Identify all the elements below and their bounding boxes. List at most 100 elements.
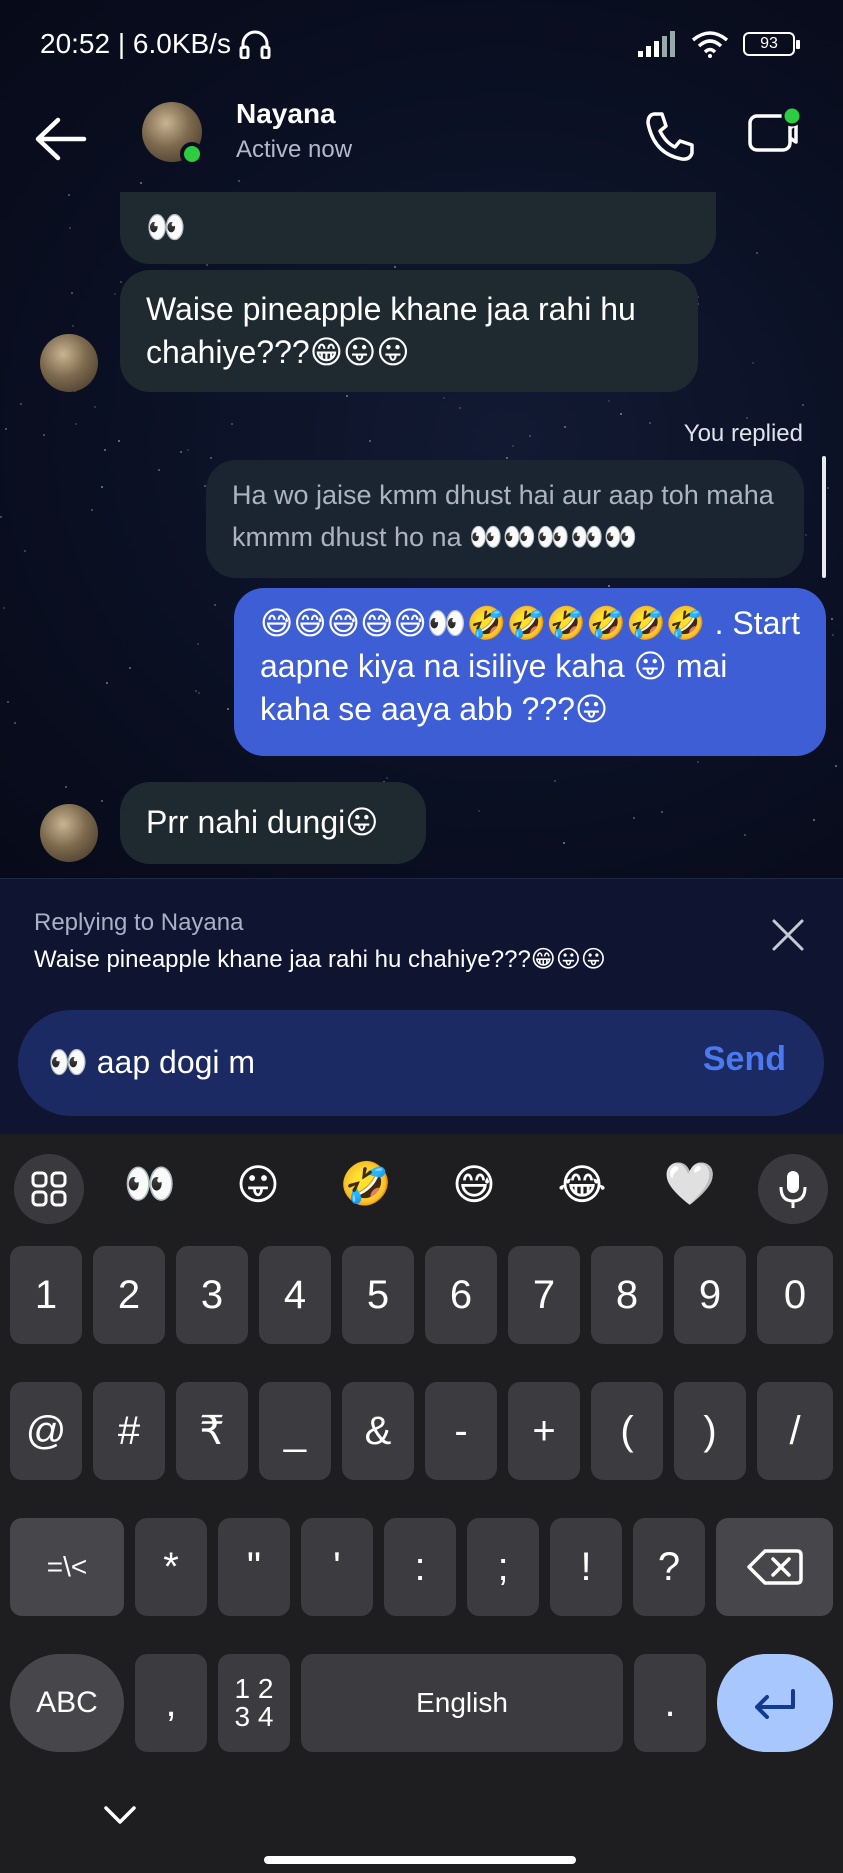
star-dot xyxy=(620,413,622,415)
key-double-quote[interactable]: " xyxy=(218,1518,290,1616)
key-open-paren[interactable]: ( xyxy=(591,1382,663,1480)
key-underscore[interactable]: _ xyxy=(259,1382,331,1480)
emoji-suggestion[interactable]: 🤣 xyxy=(336,1160,396,1209)
star-dot xyxy=(20,403,22,405)
star-dot xyxy=(649,422,651,424)
star-dot xyxy=(187,449,189,451)
message-composer: Send xyxy=(18,1010,824,1116)
key-comma[interactable]: , xyxy=(135,1654,207,1752)
key-enter[interactable] xyxy=(717,1654,833,1752)
you-replied-label: You replied xyxy=(683,420,803,447)
key-3[interactable]: 3 xyxy=(176,1246,248,1344)
star-dot xyxy=(756,252,758,254)
back-arrow-icon[interactable] xyxy=(30,114,90,164)
key-7[interactable]: 7 xyxy=(508,1246,580,1344)
key-5[interactable]: 5 xyxy=(342,1246,414,1344)
star-dot xyxy=(120,281,122,283)
on-screen-keyboard: 👀 😛 🤣 😅 😂 🤍 1 2 3 4 5 6 7 8 9 0 @ # ₹ _ … xyxy=(0,1134,843,1873)
key-8[interactable]: 8 xyxy=(591,1246,663,1344)
emoji-suggestion[interactable]: 😅 xyxy=(444,1160,504,1209)
key-slash[interactable]: / xyxy=(757,1382,833,1480)
key-9[interactable]: 9 xyxy=(674,1246,746,1344)
star-dot xyxy=(198,692,200,694)
star-dot xyxy=(91,509,93,511)
key-numpad[interactable]: 1 2 3 4 xyxy=(218,1654,290,1752)
contact-status: Active now xyxy=(236,136,353,163)
apps-grid-button[interactable] xyxy=(14,1154,84,1224)
send-button[interactable]: Send xyxy=(703,1040,786,1079)
gesture-navigation-handle[interactable] xyxy=(264,1856,576,1864)
headphones-icon xyxy=(239,30,271,59)
star-dot xyxy=(24,550,26,552)
message-incoming[interactable]: Prr nahi dungi😛 xyxy=(120,782,426,864)
sender-avatar[interactable] xyxy=(40,804,98,862)
star-dot xyxy=(752,362,754,364)
star-dot xyxy=(94,406,96,408)
key-at[interactable]: @ xyxy=(10,1382,82,1480)
key-period[interactable]: . xyxy=(634,1654,706,1752)
key-ampersand[interactable]: & xyxy=(342,1382,414,1480)
star-dot xyxy=(72,325,74,327)
message-incoming-partial[interactable]: 👀 xyxy=(120,192,716,264)
close-icon[interactable] xyxy=(770,917,806,953)
star-dot xyxy=(459,407,461,409)
star-dot xyxy=(7,701,9,703)
star-dot xyxy=(118,440,120,442)
key-single-quote[interactable]: ' xyxy=(301,1518,373,1616)
emoji-suggestion[interactable]: 👀 xyxy=(120,1160,180,1209)
key-hash[interactable]: # xyxy=(93,1382,165,1480)
star-dot xyxy=(129,667,131,669)
star-dot xyxy=(158,469,160,471)
sender-avatar[interactable] xyxy=(40,334,98,392)
signal-icon xyxy=(638,31,675,57)
video-call-icon[interactable] xyxy=(744,104,804,164)
key-exclamation[interactable]: ! xyxy=(550,1518,622,1616)
message-incoming[interactable]: Waise pineapple khane jaa rahi hu chahiy… xyxy=(120,270,698,392)
key-rupee[interactable]: ₹ xyxy=(176,1382,248,1480)
key-backspace[interactable] xyxy=(716,1518,833,1616)
emoji-suggestion[interactable]: 🤍 xyxy=(660,1160,720,1209)
key-close-paren[interactable]: ) xyxy=(674,1382,746,1480)
key-1[interactable]: 1 xyxy=(10,1246,82,1344)
message-text: 😅😅😅😅😅👀🤣🤣🤣🤣🤣🤣 . Start aapne kiya na isili… xyxy=(260,605,800,727)
star-dot xyxy=(802,404,804,406)
contact-name[interactable]: Nayana xyxy=(236,98,336,130)
status-left: 20:52 | 6.0KB/s xyxy=(40,28,271,60)
voice-input-button[interactable] xyxy=(758,1154,828,1224)
message-outgoing[interactable]: 😅😅😅😅😅👀🤣🤣🤣🤣🤣🤣 . Start aapne kiya na isili… xyxy=(234,588,826,756)
reply-preview-panel: Replying to Nayana Waise pineapple khane… xyxy=(0,878,843,1008)
phone-call-icon[interactable] xyxy=(640,106,700,166)
star-dot xyxy=(75,423,77,425)
key-abc[interactable]: ABC xyxy=(10,1654,124,1752)
star-dot xyxy=(831,618,833,620)
emoji-suggestion[interactable]: 😂 xyxy=(552,1160,612,1209)
enter-arrow-icon xyxy=(755,1689,795,1719)
replied-message-quote[interactable]: Ha wo jaise kmm dhust hai aur aap toh ma… xyxy=(206,460,804,578)
star-dot xyxy=(65,786,67,788)
key-minus[interactable]: - xyxy=(425,1382,497,1480)
emoji-suggestion-row: 👀 😛 🤣 😅 😂 🤍 xyxy=(0,1144,843,1234)
key-colon[interactable]: : xyxy=(384,1518,456,1616)
backspace-icon xyxy=(746,1549,803,1585)
star-dot xyxy=(101,486,103,488)
key-0[interactable]: 0 xyxy=(757,1246,833,1344)
star-dot xyxy=(106,682,108,684)
message-input[interactable] xyxy=(48,1038,668,1086)
key-2[interactable]: 2 xyxy=(93,1246,165,1344)
scroll-indicator[interactable] xyxy=(822,456,826,578)
star-dot xyxy=(101,800,103,802)
key-4[interactable]: 4 xyxy=(259,1246,331,1344)
star-dot xyxy=(180,451,182,453)
key-6[interactable]: 6 xyxy=(425,1246,497,1344)
chevron-down-icon[interactable] xyxy=(100,1796,140,1836)
emoji-suggestion[interactable]: 😛 xyxy=(228,1160,288,1209)
key-question[interactable]: ? xyxy=(633,1518,705,1616)
star-dot xyxy=(805,534,807,536)
key-plus[interactable]: + xyxy=(508,1382,580,1480)
star-dot xyxy=(554,780,556,782)
key-more-symbols[interactable]: =\< xyxy=(10,1518,124,1616)
key-semicolon[interactable]: ; xyxy=(467,1518,539,1616)
key-space[interactable]: English xyxy=(301,1654,623,1752)
message-text: Prr nahi dungi😛 xyxy=(146,804,379,840)
key-asterisk[interactable]: * xyxy=(135,1518,207,1616)
